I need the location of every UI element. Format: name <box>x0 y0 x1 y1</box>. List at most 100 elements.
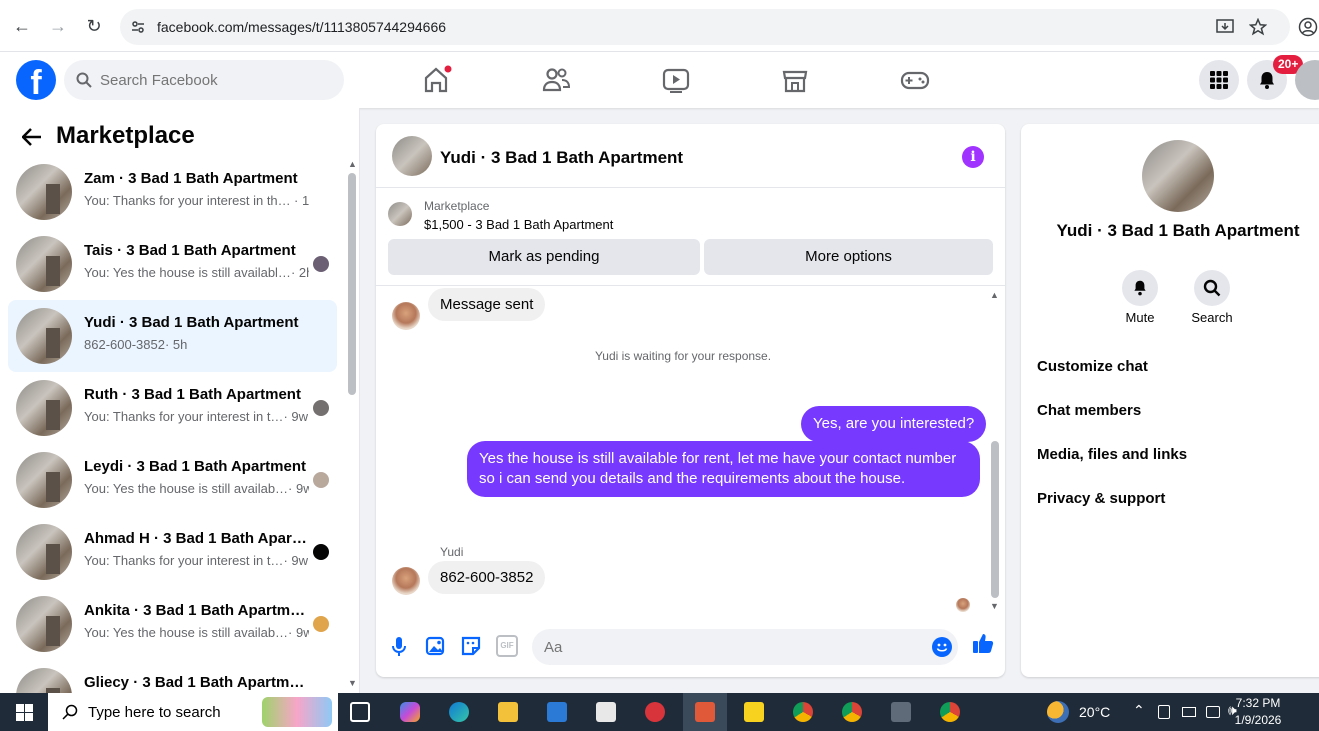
conversation-item[interactable]: Ankita · 3 Bad 1 Bath Apartme… You: Yes t… <box>8 588 337 660</box>
message-bubble-incoming[interactable]: Message sent <box>428 288 546 321</box>
taskbar-search-text[interactable]: Type here to search <box>88 704 221 721</box>
info-icon[interactable]: i <box>962 146 984 168</box>
home-icon[interactable] <box>420 64 452 96</box>
taskbar-search[interactable]: Type here to search <box>48 693 338 731</box>
chrome-icon[interactable] <box>793 702 813 722</box>
conversation-item[interactable]: Gliecy · 3 Bad 1 Bath Apartment <box>8 660 337 693</box>
conversation-avatar <box>16 524 72 580</box>
clock-date[interactable]: 1/9/2026 <box>1230 713 1286 727</box>
photo-icon[interactable] <box>424 635 446 657</box>
windows-start-icon[interactable] <box>16 704 33 721</box>
mute-button[interactable] <box>1122 270 1158 306</box>
chat-members-section[interactable]: Chat members <box>1037 402 1319 419</box>
copilot-icon[interactable] <box>400 702 420 722</box>
chat-title[interactable]: Yudi · 3 Bad 1 Bath Apartment <box>440 148 683 168</box>
menu-button[interactable] <box>1199 60 1239 100</box>
bell-icon <box>1260 72 1274 89</box>
store-icon[interactable] <box>547 702 567 722</box>
profile-avatar[interactable] <box>1142 140 1214 212</box>
profile-icon[interactable] <box>1298 17 1318 37</box>
conversation-preview: You: Thanks for your interest in t…· 9w <box>84 553 309 568</box>
chat-avatar[interactable] <box>392 136 432 176</box>
site-settings-icon[interactable] <box>130 19 146 35</box>
facebook-logo[interactable]: f <box>16 60 56 102</box>
conversation-preview: You: Thanks for your interest in the… · 1… <box>84 193 309 208</box>
battery-icon[interactable] <box>1182 707 1196 717</box>
profile-name[interactable]: Yudi · 3 Bad 1 Bath Apartment <box>1021 221 1319 241</box>
search-icon <box>1203 279 1221 297</box>
news-icon[interactable] <box>596 702 616 722</box>
search-in-chat-button[interactable] <box>1194 270 1230 306</box>
message-input[interactable] <box>532 629 958 665</box>
message-bubble-outgoing[interactable]: Yes the house is still available for ren… <box>467 441 980 497</box>
seen-avatar <box>313 256 329 272</box>
task-view-icon[interactable] <box>350 702 370 722</box>
search-input[interactable] <box>100 60 330 100</box>
file-explorer-icon[interactable] <box>498 702 518 722</box>
address-bar[interactable]: facebook.com/messages/t/1113805744294666 <box>120 9 1290 45</box>
listing-price[interactable]: $1,500 - 3 Bad 1 Bath Apartment <box>424 217 613 232</box>
conversation-item[interactable]: Leydi · 3 Bad 1 Bath Apartment You: Yes t… <box>8 444 337 516</box>
seen-avatar <box>313 400 329 416</box>
scrollbar[interactable] <box>991 441 999 598</box>
reload-icon[interactable]: ↻ <box>84 16 104 36</box>
weather-icon[interactable] <box>1047 701 1069 723</box>
emoji-icon[interactable] <box>932 637 952 657</box>
conversation-name: Leydi · 3 Bad 1 Bath Apartment <box>84 458 306 475</box>
gif-icon[interactable]: GIF <box>496 635 518 657</box>
forward-icon[interactable]: → <box>48 16 68 36</box>
conversation-avatar <box>16 596 72 652</box>
conversation-item[interactable]: Tais · 3 Bad 1 Bath Apartment You: Yes th… <box>8 228 337 300</box>
temperature[interactable]: 20°C <box>1079 704 1110 720</box>
conversation-item[interactable]: Ruth · 3 Bad 1 Bath Apartment You: Thanks… <box>8 372 337 444</box>
bookmark-star-icon[interactable] <box>1249 18 1267 36</box>
chevron-up-icon[interactable]: ⌃ <box>1133 702 1145 719</box>
customize-chat-section[interactable]: Customize chat <box>1037 358 1319 375</box>
install-app-icon[interactable] <box>1216 18 1234 36</box>
menu-grid-icon <box>1210 71 1228 89</box>
marketplace-icon[interactable] <box>779 64 811 96</box>
scroll-down-icon[interactable]: ▼ <box>990 601 999 611</box>
media-files-links-section[interactable]: Media, files and links <box>1037 446 1319 463</box>
chrome-icon[interactable] <box>940 702 960 722</box>
listing-thumbnail[interactable] <box>388 202 412 226</box>
scrollbar[interactable] <box>348 173 356 395</box>
sender-avatar[interactable] <box>392 302 420 330</box>
video-icon[interactable] <box>660 64 692 96</box>
gaming-icon[interactable] <box>899 64 931 96</box>
mark-as-pending-button[interactable]: Mark as pending <box>388 239 700 275</box>
url-text[interactable]: facebook.com/messages/t/1113805744294666 <box>157 19 446 35</box>
scroll-up-icon[interactable]: ▲ <box>990 290 999 300</box>
mute-label: Mute <box>1125 310 1155 325</box>
app-icon[interactable] <box>645 702 665 722</box>
scroll-up-icon[interactable]: ▲ <box>348 159 357 169</box>
chrome-icon[interactable] <box>842 702 862 722</box>
network-icon[interactable] <box>1206 706 1220 718</box>
calculator-icon[interactable] <box>891 702 911 722</box>
more-options-button[interactable]: More options <box>704 239 993 275</box>
thumbs-up-icon[interactable] <box>972 632 994 654</box>
sticker-icon[interactable] <box>460 635 482 657</box>
friends-icon[interactable] <box>540 64 572 96</box>
sticky-notes-icon[interactable] <box>744 702 764 722</box>
clock-time[interactable]: 7:32 PM <box>1230 696 1286 710</box>
scroll-down-icon[interactable]: ▼ <box>348 678 357 688</box>
conversation-name: Ankita · 3 Bad 1 Bath Apartme… <box>84 602 309 619</box>
microphone-icon[interactable] <box>388 635 410 657</box>
snipping-tool-icon[interactable] <box>695 702 715 722</box>
conversation-avatar <box>16 452 72 508</box>
message-bubble-outgoing[interactable]: Yes, are you interested? <box>801 406 987 442</box>
conversation-item[interactable]: Ahmad H · 3 Bad 1 Bath Apart… You: Thanks… <box>8 516 337 588</box>
search-box[interactable] <box>64 60 344 100</box>
device-icon[interactable] <box>1158 705 1170 719</box>
message-bubble-incoming[interactable]: 862-600-3852 <box>428 561 546 594</box>
sender-avatar[interactable] <box>392 567 420 595</box>
back-icon[interactable]: ← <box>12 16 32 36</box>
edge-icon[interactable] <box>449 702 469 722</box>
conversation-item[interactable]: Yudi · 3 Bad 1 Bath Apartment 862-600-385… <box>8 300 337 372</box>
back-arrow-icon[interactable] <box>22 128 42 146</box>
chat-header: Yudi · 3 Bad 1 Bath Apartment i <box>376 124 1005 188</box>
section-label: Privacy & support <box>1037 490 1166 507</box>
conversation-item[interactable]: Zam · 3 Bad 1 Bath Apartment You: Thanks … <box>8 156 337 228</box>
privacy-support-section[interactable]: Privacy & support <box>1037 490 1319 507</box>
